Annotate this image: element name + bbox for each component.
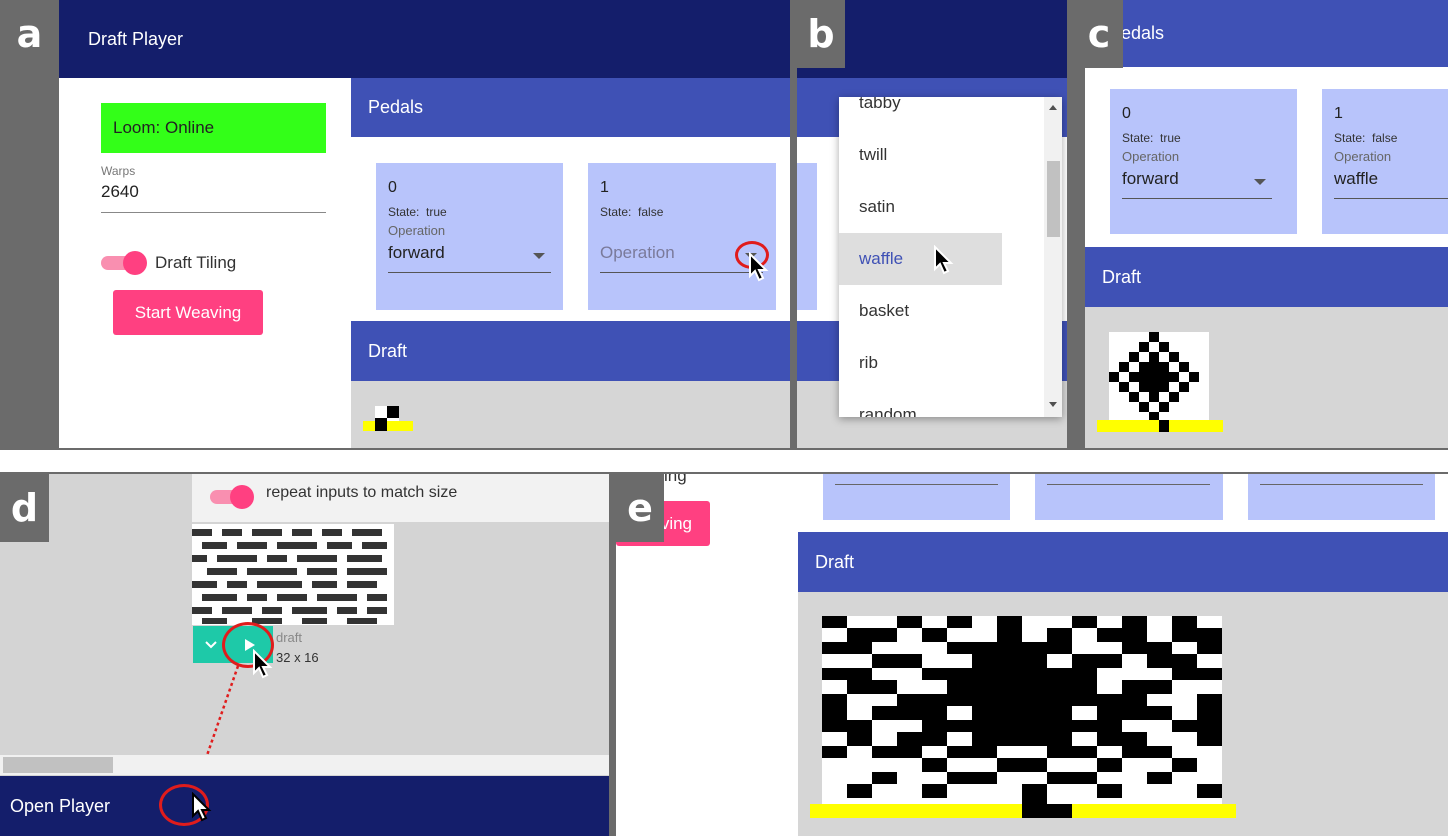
app-title: Draft Player: [88, 28, 184, 49]
panel-separator: [609, 474, 616, 836]
start-weaving-label: Start Weaving: [134, 302, 242, 322]
dropdown-arrow-icon: [533, 253, 545, 259]
warps-value: 2640: [101, 182, 139, 201]
pedal-card: [1248, 474, 1435, 520]
open-player-bar[interactable]: Open Player: [0, 776, 609, 836]
pedal-state: State: true: [388, 205, 447, 219]
operation-select[interactable]: forward: [1122, 169, 1272, 199]
draft-title: Draft: [815, 551, 855, 572]
draft-node-size: 32 x 16: [276, 650, 319, 665]
draft-large-preview: [810, 616, 1236, 818]
draft-area: [798, 592, 1448, 836]
draft-header: Draft: [1085, 247, 1448, 307]
partial-start-label: ving: [660, 513, 692, 533]
dropdown-option[interactable]: basket: [839, 285, 1044, 337]
repeat-inputs-bar: repeat inputs to match size: [192, 474, 609, 522]
panel-label-a: a: [0, 0, 59, 68]
pedal-card: [1035, 474, 1223, 520]
draft-thumbnail: [363, 406, 413, 432]
toggle-knob: [230, 485, 254, 509]
start-weaving-button[interactable]: Start Weaving: [113, 290, 263, 335]
panel-separator: [0, 448, 1448, 474]
dropdown-option[interactable]: random: [839, 389, 1044, 417]
mouse-cursor-icon: [934, 245, 954, 275]
dropdown-option[interactable]: tabby: [839, 97, 1044, 129]
warps-field[interactable]: 2640: [101, 182, 326, 213]
scrollbar[interactable]: [1044, 97, 1062, 417]
panel-c: edals c 0 State: true Operation forward …: [1075, 0, 1448, 448]
scrollbar-thumb[interactable]: [1047, 161, 1060, 237]
scroll-down-icon[interactable]: [1049, 402, 1057, 407]
pedal-number: 0: [1122, 105, 1131, 122]
app-header: Draft Player: [59, 0, 790, 78]
panel-e: e ing ving Draft: [616, 474, 1448, 836]
dropdown-option[interactable]: twill: [839, 129, 1044, 181]
panel-b: b tabby twill satin waffle basket rib ra…: [797, 0, 1067, 448]
pedal-number: 1: [1334, 105, 1343, 122]
panel-separator: [790, 0, 797, 448]
pedal-state: State: false: [600, 205, 664, 219]
pedal-card-1: 1 State: false Operation: [588, 163, 776, 310]
operation-label: Operation: [388, 223, 446, 238]
operation-underline: [835, 484, 998, 485]
pedal-number: 0: [388, 179, 397, 196]
panel-label-c: c: [1075, 0, 1123, 68]
dropdown-option[interactable]: satin: [839, 181, 1044, 233]
panel-label-e: e: [616, 474, 664, 542]
pedals-title: Pedals: [368, 97, 424, 117]
panel-separator: [1067, 0, 1075, 448]
loom-status-text: Loom: Online: [113, 118, 215, 137]
mouse-cursor-icon: [749, 252, 769, 282]
pedal-card-1: 1 State: false Operation waffle: [1322, 89, 1448, 234]
dropdown-option-selected[interactable]: waffle: [839, 233, 1002, 285]
draft-area: [351, 381, 790, 448]
pedal-state: State: true: [1122, 131, 1181, 145]
operation-label: Operation: [1122, 149, 1180, 164]
draft-title: Draft: [368, 340, 408, 361]
pedal-number: 1: [600, 179, 609, 196]
warps-label: Warps: [101, 164, 136, 178]
draft-node-name: draft: [276, 630, 303, 645]
pedals-header: edals: [1085, 0, 1448, 67]
repeat-inputs-toggle[interactable]: [210, 485, 254, 509]
operation-underline: [1047, 484, 1210, 485]
partial-label: ing: [664, 474, 687, 485]
pedals-title: edals: [1121, 23, 1165, 43]
scrollbar-thumb[interactable]: [3, 757, 113, 773]
operation-select[interactable]: forward: [388, 243, 551, 273]
pedals-header: Pedals: [351, 78, 790, 137]
chevron-down-icon: [205, 640, 217, 648]
draft-tiling-toggle[interactable]: [101, 251, 147, 275]
pedal-state: State: false: [1334, 131, 1398, 145]
open-player-label: Open Player: [10, 795, 111, 816]
operation-underline: [1260, 484, 1423, 485]
panel-label-d: d: [0, 474, 49, 542]
panel-d: d repeat inputs to match size draft 32 x…: [0, 474, 609, 836]
pedal-card-0: 0 State: true Operation forward: [1110, 89, 1297, 234]
horizontal-scrollbar[interactable]: [0, 755, 609, 775]
draft-tiling-label: Draft Tiling: [155, 253, 237, 272]
mouse-cursor-icon: [192, 792, 212, 822]
draft-header: Draft: [798, 532, 1448, 592]
toggle-knob: [123, 251, 147, 275]
pedal-card-edge: [797, 163, 817, 310]
draft-waffle-preview: [1097, 332, 1223, 432]
scroll-up-icon[interactable]: [1049, 105, 1057, 110]
operation-label: Operation: [1334, 149, 1392, 164]
mouse-cursor-icon: [253, 649, 273, 679]
draft-node-pattern: [192, 524, 394, 625]
pedal-card-0: 0 State: true Operation forward: [376, 163, 563, 310]
repeat-inputs-label: repeat inputs to match size: [266, 484, 458, 501]
panel-label-b: b: [797, 0, 845, 68]
draft-header: Draft: [351, 321, 790, 381]
dropdown-arrow-icon: [1254, 179, 1266, 185]
draft-title: Draft: [1102, 266, 1142, 287]
operation-select[interactable]: waffle: [1334, 169, 1448, 199]
dropdown-option[interactable]: rib: [839, 337, 1044, 389]
panel-a: a Draft Player Loom: Online Warps 2640 D…: [0, 0, 790, 448]
pedal-card: [823, 474, 1010, 520]
loom-status-badge: Loom: Online: [101, 103, 326, 153]
